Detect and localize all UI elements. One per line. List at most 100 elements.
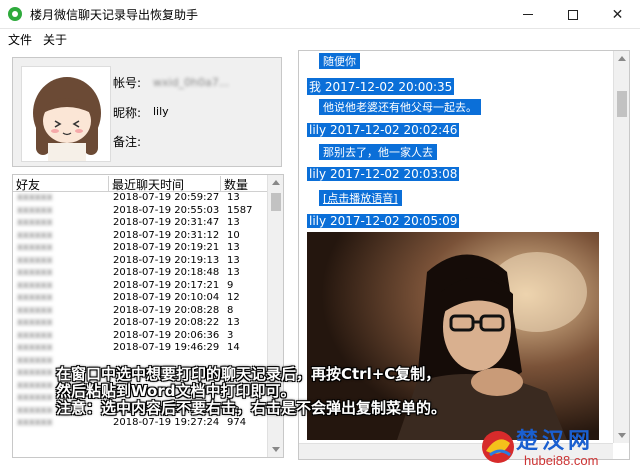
- table-row[interactable]: xxxxxx 2018-07-19 20:17:21 9: [13, 280, 269, 293]
- account-label: 帐号:: [113, 76, 142, 90]
- maximize-button[interactable]: [550, 0, 595, 29]
- table-row[interactable]: xxxxxx 2018-07-19 19:27:24 974: [13, 417, 269, 430]
- last-chat-time: 2018-07-19 20:08:28: [113, 304, 220, 316]
- last-chat-time: 2018-07-19 20:10:04: [113, 292, 220, 303]
- account-value: wxid_0h0a7...: [153, 76, 230, 89]
- message-time: 2017-12-02 20:00:35: [324, 80, 453, 94]
- message-count: 974: [227, 417, 247, 428]
- scroll-thumb[interactable]: [271, 193, 281, 211]
- column-count[interactable]: 数量: [221, 176, 269, 192]
- message-count: 9: [227, 279, 234, 291]
- table-row[interactable]: xxxxxx 2018-07-19 20:55:03 1587: [13, 205, 269, 218]
- avatar-image: [22, 67, 110, 161]
- message-text[interactable]: 那别去了，他一家人去: [319, 144, 437, 160]
- watermark: 楚汉网 hubei88.com: [480, 423, 640, 471]
- close-button[interactable]: ✕: [595, 0, 640, 29]
- message-header[interactable]: lily 2017-12-02 20:02:46: [307, 123, 460, 137]
- last-chat-time: 2018-07-19 19:46:29: [113, 342, 220, 353]
- message-count: 13: [227, 267, 240, 278]
- column-friend[interactable]: 好友: [13, 176, 109, 192]
- table-row[interactable]: xxxxxx 2018-07-19 20:31:47 13: [13, 217, 269, 230]
- message-count: 14: [227, 342, 240, 353]
- message-count: 13: [227, 317, 240, 328]
- message-time: 2017-12-02 20:03:08: [329, 167, 458, 181]
- friend-name: xxxxxx: [17, 317, 53, 328]
- last-chat-time: 2018-07-19 20:31:12: [113, 229, 220, 241]
- table-header: 好友 最近聊天时间 数量: [13, 175, 269, 192]
- caption-line-1: 在窗口中选中想要打印的聊天记录后，再按Ctrl+C复制，: [56, 365, 441, 383]
- last-chat-time: 2018-07-19 20:59:27: [113, 192, 220, 203]
- message-count: 13: [227, 217, 240, 228]
- friend-name: xxxxxx: [17, 254, 53, 266]
- message-text[interactable]: 他说他老婆还有他父母一起去。: [319, 99, 481, 115]
- message-header[interactable]: 我 2017-12-02 20:00:35: [307, 78, 455, 95]
- friend-name: xxxxxx: [17, 217, 53, 228]
- message-count: 13: [227, 242, 240, 253]
- last-chat-time: 2018-07-19 20:17:21: [113, 279, 220, 291]
- maximize-icon: [567, 9, 578, 20]
- message-header[interactable]: lily 2017-12-02 20:03:08: [307, 167, 460, 181]
- column-last-chat-time[interactable]: 最近聊天时间: [109, 176, 221, 192]
- sender-name: lily: [309, 123, 327, 137]
- table-row[interactable]: xxxxxx 2018-07-19 20:59:27 13: [13, 192, 269, 205]
- last-chat-time: 2018-07-19 20:19:21: [113, 242, 220, 253]
- message-time: 2017-12-02 20:05:09: [329, 214, 458, 228]
- menu-file[interactable]: 文件: [8, 31, 32, 48]
- table-row[interactable]: xxxxxx 2018-07-19 20:19:21 13: [13, 242, 269, 255]
- friend-name: xxxxxx: [17, 242, 53, 253]
- message-count: 13: [227, 192, 240, 203]
- watermark-url: hubei88.com: [524, 453, 599, 468]
- message-text[interactable]: 随便你: [319, 53, 360, 69]
- last-chat-time: 2018-07-19 20:19:13: [113, 254, 220, 266]
- profile-panel: 帐号: wxid_0h0a7... 昵称: lily 备注:: [12, 57, 282, 167]
- instruction-caption: 在窗口中选中想要打印的聊天记录后，再按Ctrl+C复制， 然后粘贴到Word文档…: [56, 366, 616, 417]
- friend-name: xxxxxx: [17, 204, 53, 216]
- caption-line-3: 注意：选中内容后不要右击，右击是不会弹出复制菜单的。: [56, 399, 447, 417]
- nickname-label: 昵称:: [113, 106, 142, 120]
- last-chat-time: 2018-07-19 20:18:48: [113, 267, 220, 278]
- table-row[interactable]: xxxxxx 2018-07-19 20:10:04 12: [13, 292, 269, 305]
- window-title: 楼月微信聊天记录导出恢复助手: [30, 8, 199, 22]
- table-row[interactable]: xxxxxx 2018-07-19 20:08:22 13: [13, 317, 269, 330]
- close-icon: ✕: [611, 6, 624, 23]
- table-row[interactable]: xxxxxx 2018-07-19 20:08:28 8: [13, 305, 269, 318]
- friend-name: xxxxxx: [17, 329, 53, 341]
- message-count: 8: [227, 304, 234, 316]
- friend-name: xxxxxx: [17, 267, 53, 278]
- message-count: 3: [227, 329, 234, 341]
- watermark-text: 楚汉网: [516, 429, 595, 454]
- friend-name: xxxxxx: [17, 304, 53, 316]
- menu-bar: 文件 关于: [0, 29, 640, 47]
- avatar: [21, 66, 111, 162]
- menu-about[interactable]: 关于: [43, 31, 67, 48]
- scroll-up-icon[interactable]: [272, 180, 280, 185]
- chat-scroll-thumb[interactable]: [617, 91, 627, 117]
- minimize-button[interactable]: [505, 0, 550, 29]
- watermark-logo-icon: [482, 431, 514, 463]
- last-chat-time: 2018-07-19 20:06:36: [113, 329, 220, 341]
- last-chat-time: 2018-07-19 20:55:03: [113, 204, 220, 216]
- table-row[interactable]: xxxxxx 2018-07-19 20:18:48 13: [13, 267, 269, 280]
- friend-name: xxxxxx: [17, 192, 53, 203]
- message-time: 2017-12-02 20:02:46: [329, 123, 458, 137]
- title-bar: 楼月微信聊天记录导出恢复助手 ✕: [0, 0, 640, 29]
- friend-name: xxxxxx: [17, 292, 53, 303]
- message-header[interactable]: lily 2017-12-02 20:05:09: [307, 214, 460, 228]
- caption-line-2: 然后粘贴到Word文档中打印即可。: [56, 382, 296, 400]
- last-chat-time: 2018-07-19 19:27:24: [113, 417, 220, 428]
- sender-name: 我: [309, 80, 322, 94]
- last-chat-time: 2018-07-19 20:31:47: [113, 217, 220, 228]
- message-count: 10: [227, 229, 240, 241]
- scroll-down-icon[interactable]: [272, 447, 280, 452]
- table-row[interactable]: xxxxxx 2018-07-19 20:31:12 10: [13, 230, 269, 243]
- chat-scroll-up-icon[interactable]: [618, 56, 626, 61]
- last-chat-time: 2018-07-19 20:08:22: [113, 317, 220, 328]
- table-row[interactable]: xxxxxx 2018-07-19 20:19:13 13: [13, 255, 269, 268]
- message-count: 12: [227, 292, 240, 303]
- friend-name: xxxxxx: [17, 417, 53, 428]
- table-row[interactable]: xxxxxx 2018-07-19 20:06:36 3: [13, 330, 269, 343]
- table-row[interactable]: xxxxxx 2018-07-19 19:46:29 14: [13, 342, 269, 355]
- voice-message-link[interactable]: [点击播放语音]: [319, 190, 402, 206]
- minimize-icon: [522, 14, 533, 15]
- nickname-value: lily: [153, 105, 169, 118]
